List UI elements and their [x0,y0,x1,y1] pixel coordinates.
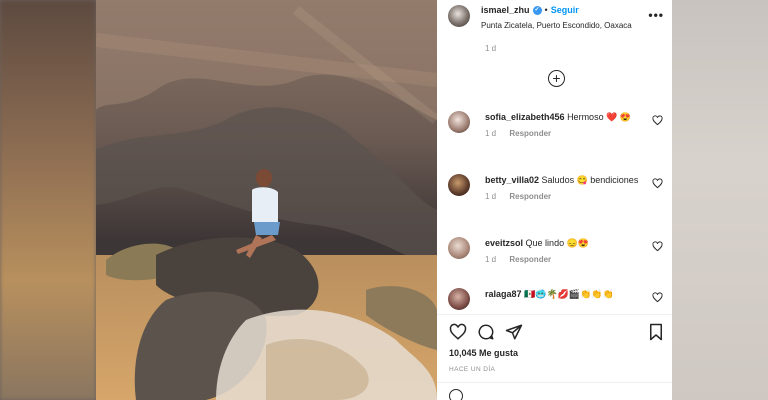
comment-username[interactable]: ralaga87 [485,289,522,299]
header-separator: • [544,5,548,15]
post-side-panel: ismael_zhu ✓ • Seguir Punta Zicatela, Pu… [437,0,672,400]
plus-circle-icon[interactable]: + [548,70,565,87]
heart-icon[interactable] [652,241,663,252]
paper-plane-icon[interactable] [505,323,523,341]
comment-text: 🇲🇽🥶🌴💋🎬👏👏👏 [524,289,614,299]
heart-icon[interactable] [449,323,467,341]
comment-text: Hermoso ❤️ 😍 [567,112,631,122]
comment-icon[interactable] [477,323,495,341]
emoji-icon[interactable] [449,389,463,400]
commenter-avatar[interactable] [448,237,470,259]
action-bar [437,314,672,348]
backdrop-left [0,0,96,400]
caption-time: 1 d [485,44,497,53]
commenter-avatar[interactable] [448,288,470,310]
backdrop-right [672,0,768,400]
heart-icon[interactable] [652,292,663,303]
author-avatar[interactable] [448,5,470,27]
reply-button[interactable]: Responder [509,192,551,201]
comment-text: Que lindo 😞😍 [525,238,589,248]
reply-button[interactable]: Responder [509,129,551,138]
comment-item: ralaga87 🇲🇽🥶🌴💋🎬👏👏👏 [448,288,663,310]
commenter-avatar[interactable] [448,111,470,133]
comment-time: 1 d [485,255,497,264]
author-username[interactable]: ismael_zhu [481,5,530,15]
comment-time: 1 d [485,192,497,201]
bookmark-icon[interactable] [647,323,665,341]
comment-text: Saludos 😋 bendiciones [541,175,639,185]
comment-item: sofia_elizabeth456 Hermoso ❤️ 😍 1 d Resp… [448,111,663,138]
comment-item: betty_villa02 Saludos 😋 bendiciones 1 d … [448,174,663,201]
photo-illustration [96,0,437,400]
comment-username[interactable]: eveitzsol [485,238,523,248]
likes-count[interactable]: 10,045 Me gusta [449,348,518,358]
verified-badge-icon: ✓ [532,5,542,15]
post-header: ismael_zhu ✓ • Seguir Punta Zicatela, Pu… [437,0,672,35]
post-photo[interactable] [96,0,437,400]
heart-icon[interactable] [652,178,663,189]
post-timestamp: HACE UN DÍA [449,366,496,373]
commenter-avatar[interactable] [448,174,470,196]
reply-button[interactable]: Responder [509,255,551,264]
comment-username[interactable]: betty_villa02 [485,175,539,185]
comment-time: 1 d [485,129,497,138]
add-comment-bar [437,382,672,400]
more-options-icon[interactable]: ••• [648,8,664,22]
comment-item: eveitzsol Que lindo 😞😍 1 d Responder [448,237,663,264]
post-location[interactable]: Punta Zicatela, Puerto Escondido, Oaxaca [481,21,632,30]
comment-username[interactable]: sofia_elizabeth456 [485,112,565,122]
follow-button[interactable]: Seguir [551,5,579,15]
heart-icon[interactable] [652,115,663,126]
